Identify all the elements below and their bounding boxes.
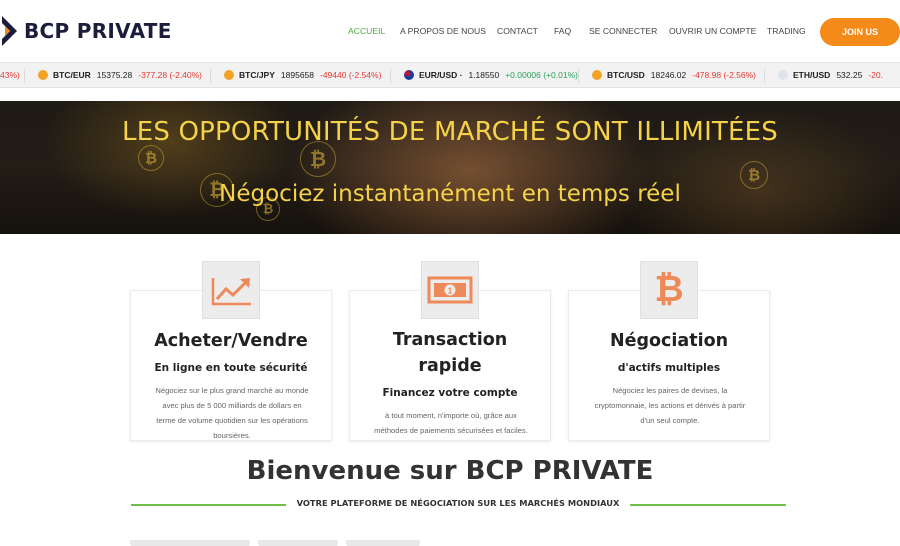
main-nav: ACCUEIL A PROPOS DE NOUS CONTACT FAQ SE … — [0, 26, 900, 40]
faded-text — [130, 540, 250, 546]
card-description: Négociez les paires de devises, la crypt… — [579, 383, 761, 428]
ticker-change: -377.28 (-2.40%) — [138, 70, 203, 80]
divider-right — [626, 504, 786, 506]
nav-item-accueil[interactable]: ACCUEIL — [348, 26, 385, 36]
ticker-price: 15375.28 — [96, 70, 133, 80]
price-ticker: 43%) BTC/EUR 15375.28 -377.28 (-2.40%) B… — [0, 62, 900, 88]
ticker-divider — [390, 69, 391, 83]
welcome-heading: Bienvenue sur BCP PRIVATE — [246, 456, 654, 486]
card-title: Négociation — [609, 331, 729, 351]
chart-trend-icon — [202, 261, 260, 319]
ticker-item[interactable]: BTC/USD 18246.02 -478.98 (-2.56%) — [592, 70, 756, 80]
ticker-price: 18246.02 — [650, 70, 687, 80]
card-subtitle: Financez votre compte — [382, 387, 518, 399]
ticker-change: -49440 (-2.54%) — [320, 70, 382, 80]
nav-item-login[interactable]: SE CONNECTER — [589, 26, 657, 36]
ticker-item[interactable]: BTC/EUR 15375.28 -377.28 (-2.40%) — [38, 70, 202, 80]
faded-text — [346, 540, 420, 546]
card-text-line: Négociez les paires de devises, la — [612, 386, 728, 395]
card-text-line: d'un seul compte. — [640, 416, 700, 425]
ticker-divider — [24, 69, 25, 83]
card-text-line: Négociez sur le plus grand marché au mon… — [155, 386, 309, 395]
card-title-line: rapide — [418, 356, 482, 376]
card-title: Acheter/Vendre — [154, 331, 308, 351]
flag-icon — [404, 70, 414, 80]
card-text-line: terme de volume quotidien sur les opérat… — [156, 416, 308, 425]
svg-text:1: 1 — [448, 287, 453, 296]
divider-left — [131, 504, 291, 506]
card-title: Transaction rapide — [350, 327, 550, 379]
bitcoin-icon — [592, 70, 602, 80]
card-title-line: Transaction — [392, 330, 508, 350]
ticker-item[interactable]: BTC/JPY 1895658 -49440 (-2.54%) — [224, 70, 381, 80]
card-text-line: à tout moment, n'importe où, grâce aux — [385, 411, 517, 420]
bitcoin-icon — [224, 70, 234, 80]
faded-text — [258, 540, 338, 546]
card-text-line: méthodes de paiements sécurisées et faci… — [374, 426, 528, 435]
ticker-pair: BTC/JPY — [239, 70, 275, 80]
card-description: à tout moment, n'importe où, grâce aux m… — [360, 408, 542, 438]
nav-item-open-account[interactable]: OUVRIR UN COMPTE — [669, 26, 756, 36]
ticker-price: 1.18550 — [468, 70, 500, 80]
nav-item-about[interactable]: A PROPOS DE NOUS — [400, 26, 486, 36]
ticker-divider — [764, 69, 765, 83]
hero-title: LES OPPORTUNITÉS DE MARCHÉ SONT ILLIMITÉ… — [122, 117, 778, 147]
card-subtitle: En ligne en toute sécurité — [154, 362, 308, 374]
ticker-pair: BTC/USD — [607, 70, 645, 80]
site-header: BCP PRIVATE ACCUEIL A PROPOS DE NOUS CON… — [0, 0, 900, 62]
nav-item-faq[interactable]: FAQ — [554, 26, 571, 36]
banknote-icon: 1 — [421, 261, 479, 319]
ticker-pair: BTC/EUR — [53, 70, 91, 80]
ticker-item[interactable]: ETH/USD 532.25 -20. — [778, 70, 883, 80]
welcome-tagline: VOTRE PLATEFORME DE NÉGOCIATION SUR LES … — [286, 498, 630, 508]
card-subtitle: d'actifs multiples — [617, 362, 721, 374]
bitcoin-icon: ₿ — [640, 261, 698, 319]
card-text-line: cryptomonnaie, les actions et dérivés à … — [594, 401, 746, 410]
bitcoin-icon: ₿ — [138, 145, 164, 171]
ticker-pair: ETH/USD — [793, 70, 831, 80]
card-text-line: avec plus de 5 000 milliards de dollars … — [162, 401, 302, 410]
ticker-price: 1895658 — [280, 70, 314, 80]
ticker-divider — [210, 69, 211, 83]
bitcoin-icon — [38, 70, 48, 80]
ticker-item[interactable]: EUR/USD · 1.18550 +0.00006 (+0.01%) — [404, 70, 578, 80]
nav-item-contact[interactable]: CONTACT — [497, 26, 538, 36]
hero-subtitle: Négociez instantanément en temps réel — [219, 181, 681, 207]
nav-item-trading[interactable]: TRADING — [767, 26, 806, 36]
hero-banner: ₿ ₿ ₿ ₿ ₿ LES OPPORTUNITÉS DE MARCHÉ SON… — [0, 101, 900, 234]
ticker-change: +0.00006 (+0.01%) — [505, 70, 578, 80]
ethereum-icon — [778, 70, 788, 80]
card-text-line: boursières. — [213, 431, 251, 440]
ticker-change: -478.98 (-2.56%) — [692, 70, 757, 80]
ticker-price: 532.25 — [836, 70, 863, 80]
ticker-pair: EUR/USD · — [419, 70, 463, 80]
ticker-change: -20. — [868, 70, 883, 80]
card-description: Négociez sur le plus grand marché au mon… — [141, 383, 323, 443]
ticker-divider — [578, 69, 579, 83]
join-us-button[interactable]: JOIN US — [820, 18, 900, 46]
ticker-item[interactable]: 43%) — [0, 70, 20, 80]
ticker-change: 43%) — [0, 70, 20, 80]
